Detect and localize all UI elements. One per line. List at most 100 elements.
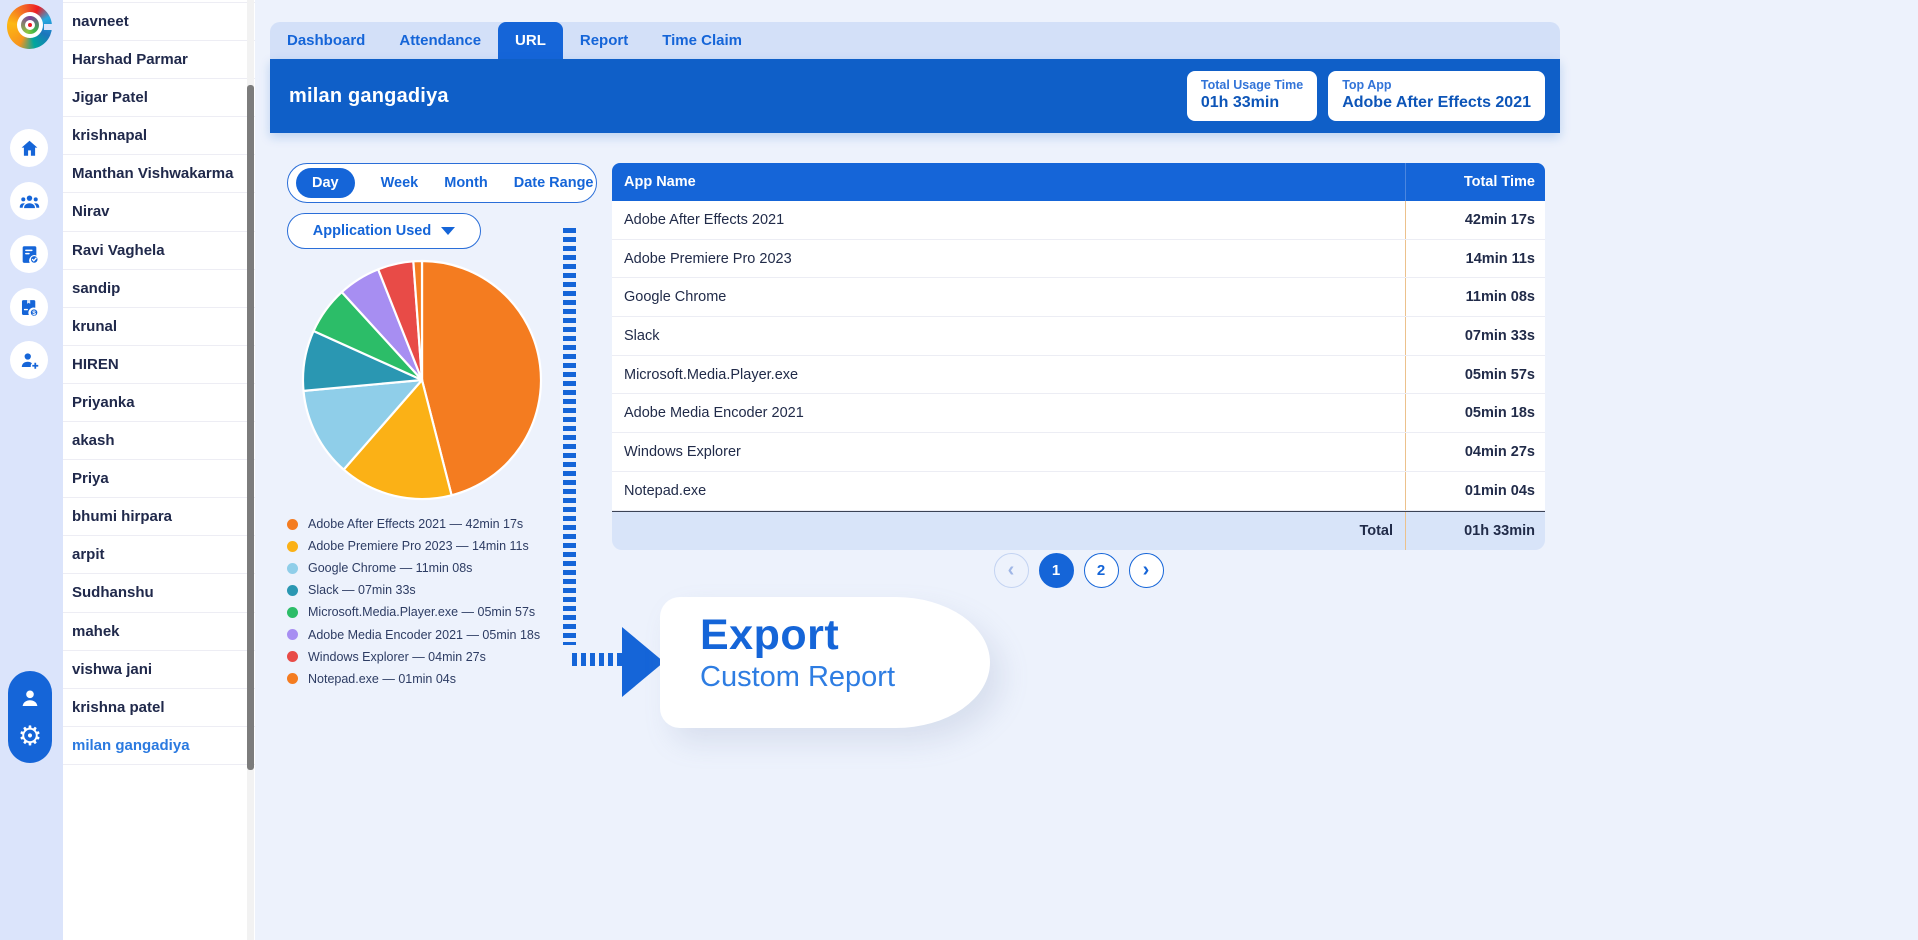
tab-time-claim[interactable]: Time Claim — [645, 22, 759, 59]
cell-total-time: 11min 08s — [1405, 278, 1545, 316]
legend-item: Notepad.exe — 01min 04s — [287, 668, 540, 690]
employee-list-item[interactable]: akash — [63, 422, 255, 460]
column-app-name: App Name — [612, 163, 1405, 201]
employee-list-item[interactable]: Priyanka — [63, 384, 255, 422]
legend-item: Google Chrome — 11min 08s — [287, 557, 540, 579]
legend-item: Slack — 07min 33s — [287, 579, 540, 601]
rail-nav: $ — [10, 129, 48, 379]
employee-list-item[interactable]: Sudhanshu — [63, 574, 255, 612]
pagination-page-1[interactable]: 1 — [1039, 553, 1074, 588]
cell-app-name: Google Chrome — [612, 278, 1405, 316]
employee-list-item[interactable]: krishnapal — [63, 117, 255, 155]
legend-dot-icon — [287, 607, 298, 618]
employee-list-item[interactable]: Jigar Patel — [63, 79, 255, 117]
export-title: Export — [700, 611, 990, 660]
add-user-icon[interactable] — [10, 341, 48, 379]
gear-icon[interactable]: ⚙ — [18, 723, 42, 749]
legend-label: Slack — 07min 33s — [308, 583, 416, 597]
tab-url[interactable]: URL — [498, 22, 563, 59]
tab-attendance[interactable]: Attendance — [382, 22, 498, 59]
stat-label: Top App — [1342, 78, 1531, 92]
legend-item: Windows Explorer — 04min 27s — [287, 646, 540, 668]
legend-label: Notepad.exe — 01min 04s — [308, 672, 456, 686]
employee-list-item[interactable]: bhumi hirpara — [63, 498, 255, 536]
profile-icon[interactable] — [17, 685, 43, 716]
employee-list-item[interactable]: Priya — [63, 460, 255, 498]
legend-dot-icon — [287, 585, 298, 596]
legend-label: Windows Explorer — 04min 27s — [308, 650, 486, 664]
cell-total-time: 07min 33s — [1405, 317, 1545, 355]
employee-list-item[interactable]: krishna patel — [63, 689, 255, 727]
table-row: Adobe After Effects 202142min 17s — [612, 201, 1545, 240]
cell-app-name: Adobe Media Encoder 2021 — [612, 394, 1405, 432]
tab-dashboard[interactable]: Dashboard — [270, 22, 382, 59]
team-icon[interactable] — [10, 182, 48, 220]
employee-list-item[interactable]: HIREN — [63, 346, 255, 384]
stat-value: Adobe After Effects 2021 — [1342, 94, 1531, 112]
employee-list-item[interactable]: arpit — [63, 536, 255, 574]
total-label: Total — [612, 512, 1405, 550]
legend-label: Adobe Premiere Pro 2023 — 14min 11s — [308, 539, 529, 553]
app-logo-icon[interactable] — [7, 4, 52, 49]
legend-label: Google Chrome — 11min 08s — [308, 561, 472, 575]
arrow-right-icon — [622, 627, 664, 697]
employee-list-item[interactable]: mahek — [63, 613, 255, 651]
svg-text:$: $ — [32, 310, 36, 317]
period-date-range[interactable]: Date Range — [514, 175, 594, 191]
table-row: Adobe Media Encoder 202105min 18s — [612, 394, 1545, 433]
pagination-page-2[interactable]: 2 — [1084, 553, 1119, 588]
stat-card: Top App Adobe After Effects 2021 — [1328, 71, 1545, 121]
employee-list-item[interactable]: Ravi Vaghela — [63, 232, 255, 270]
period-week[interactable]: Week — [381, 175, 419, 191]
cell-total-time: 05min 57s — [1405, 356, 1545, 394]
employee-list-item[interactable]: Harshad Parmar — [63, 41, 255, 79]
cell-total-time: 01min 04s — [1405, 472, 1545, 510]
export-subtitle: Custom Report — [700, 661, 990, 694]
application-used-dropdown[interactable]: Application Used — [287, 213, 481, 249]
pagination: ‹ 12 › — [612, 553, 1545, 588]
employee-list-item[interactable]: vishwa jani — [63, 651, 255, 689]
home-icon[interactable] — [10, 129, 48, 167]
tab-report[interactable]: Report — [563, 22, 645, 59]
app-root: $ ⚙ navneetHarshad ParmarJigar Patelkris… — [0, 0, 1918, 940]
stat-value: 01h 33min — [1201, 94, 1303, 112]
period-day[interactable]: Day — [296, 168, 355, 198]
employee-list-item[interactable]: milan gangadiya — [63, 727, 255, 765]
legend-label: Adobe After Effects 2021 — 42min 17s — [308, 517, 523, 531]
pagination-prev-button[interactable]: ‹ — [994, 553, 1029, 588]
export-report-badge[interactable]: Export Custom Report — [660, 597, 990, 728]
scrollbar-thumb[interactable] — [247, 85, 254, 770]
app-usage-table: App Name Total Time Adobe After Effects … — [612, 163, 1545, 550]
legend-dot-icon — [287, 651, 298, 662]
period-month[interactable]: Month — [444, 175, 487, 191]
report-check-icon[interactable] — [10, 235, 48, 273]
main-content: DashboardAttendanceURLReportTime Claim m… — [270, 0, 1560, 940]
tab-bar: DashboardAttendanceURLReportTime Claim — [270, 22, 1560, 59]
cell-app-name: Adobe After Effects 2021 — [612, 201, 1405, 239]
legend-item: Adobe Premiere Pro 2023 — 14min 11s — [287, 535, 540, 557]
legend-item: Adobe Media Encoder 2021 — 05min 18s — [287, 623, 540, 645]
legend-label: Adobe Media Encoder 2021 — 05min 18s — [308, 628, 540, 642]
usage-pie-chart[interactable] — [300, 258, 544, 502]
cell-total-time: 42min 17s — [1405, 201, 1545, 239]
employee-panel: navneetHarshad ParmarJigar Patelkrishnap… — [63, 0, 255, 940]
table-row: Notepad.exe01min 04s — [612, 472, 1545, 511]
employee-header: milan gangadiya Total Usage Time01h 33mi… — [270, 59, 1560, 133]
stat-card: Total Usage Time01h 33min — [1187, 71, 1317, 121]
logo-dot — [28, 23, 32, 27]
employee-list-item[interactable]: navneet — [63, 3, 255, 41]
employee-list-item[interactable]: Nirav — [63, 193, 255, 231]
chart-legend: Adobe After Effects 2021 — 42min 17s Adob… — [287, 513, 540, 690]
employee-list-scrollbar[interactable] — [247, 0, 254, 940]
pagination-next-button[interactable]: › — [1129, 553, 1164, 588]
chevron-right-icon: › — [1143, 560, 1150, 580]
employee-list-item[interactable]: sandip — [63, 270, 255, 308]
employee-list-item[interactable]: krunal — [63, 308, 255, 346]
cell-app-name: Slack — [612, 317, 1405, 355]
employee-list-item[interactable]: Manthan Vishwakarma — [63, 155, 255, 193]
connector-line-horizontal — [572, 653, 622, 666]
product-dollar-icon[interactable]: $ — [10, 288, 48, 326]
dropdown-label: Application Used — [313, 223, 431, 239]
legend-dot-icon — [287, 629, 298, 640]
cell-total-time: 14min 11s — [1405, 240, 1545, 278]
